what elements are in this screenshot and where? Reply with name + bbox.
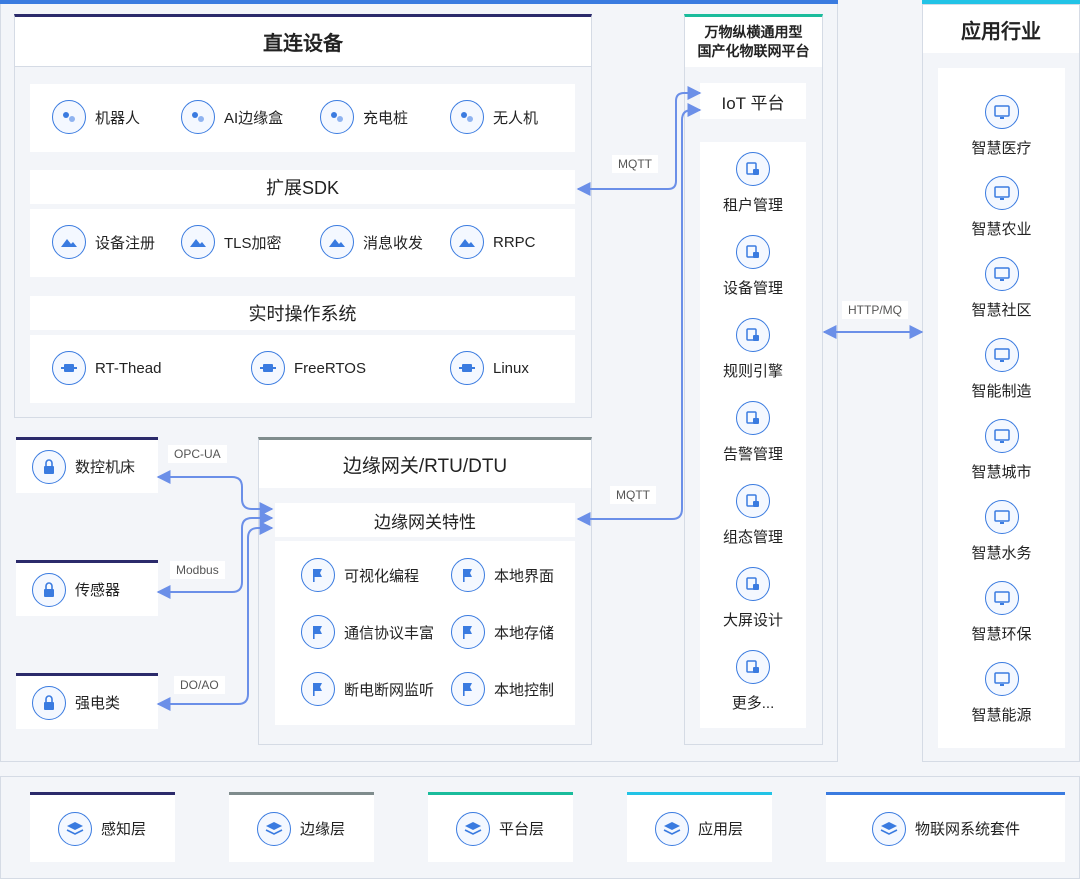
layers-icon (257, 811, 291, 846)
legend-edge[interactable]: 边缘层 (229, 792, 374, 862)
doao-label: DO/AO (174, 676, 225, 694)
connector-lines (156, 86, 924, 711)
legend-platform[interactable]: 平台层 (428, 792, 573, 862)
legend-label: 物联网系统套件 (915, 821, 1021, 838)
layers-icon (872, 811, 906, 846)
modbus-label: Modbus (170, 561, 225, 579)
legend-application[interactable]: 应用层 (627, 792, 772, 862)
layers-icon (58, 811, 92, 846)
legend-perception[interactable]: 感知层 (30, 792, 175, 862)
mqtt-bottom-label: MQTT (610, 486, 656, 504)
legend-label: 边缘层 (300, 821, 346, 838)
legend-label: 感知层 (101, 821, 147, 838)
legend-iot-suite[interactable]: 物联网系统套件 (826, 792, 1065, 862)
opc-label: OPC-UA (168, 445, 227, 463)
layers-icon (655, 811, 689, 846)
mqtt-top-label: MQTT (612, 155, 658, 173)
opc-line (156, 470, 274, 516)
layers-icon (456, 811, 490, 846)
legend-label: 平台层 (499, 821, 545, 838)
http-label: HTTP/MQ (842, 301, 908, 319)
legend-label: 应用层 (698, 821, 744, 838)
